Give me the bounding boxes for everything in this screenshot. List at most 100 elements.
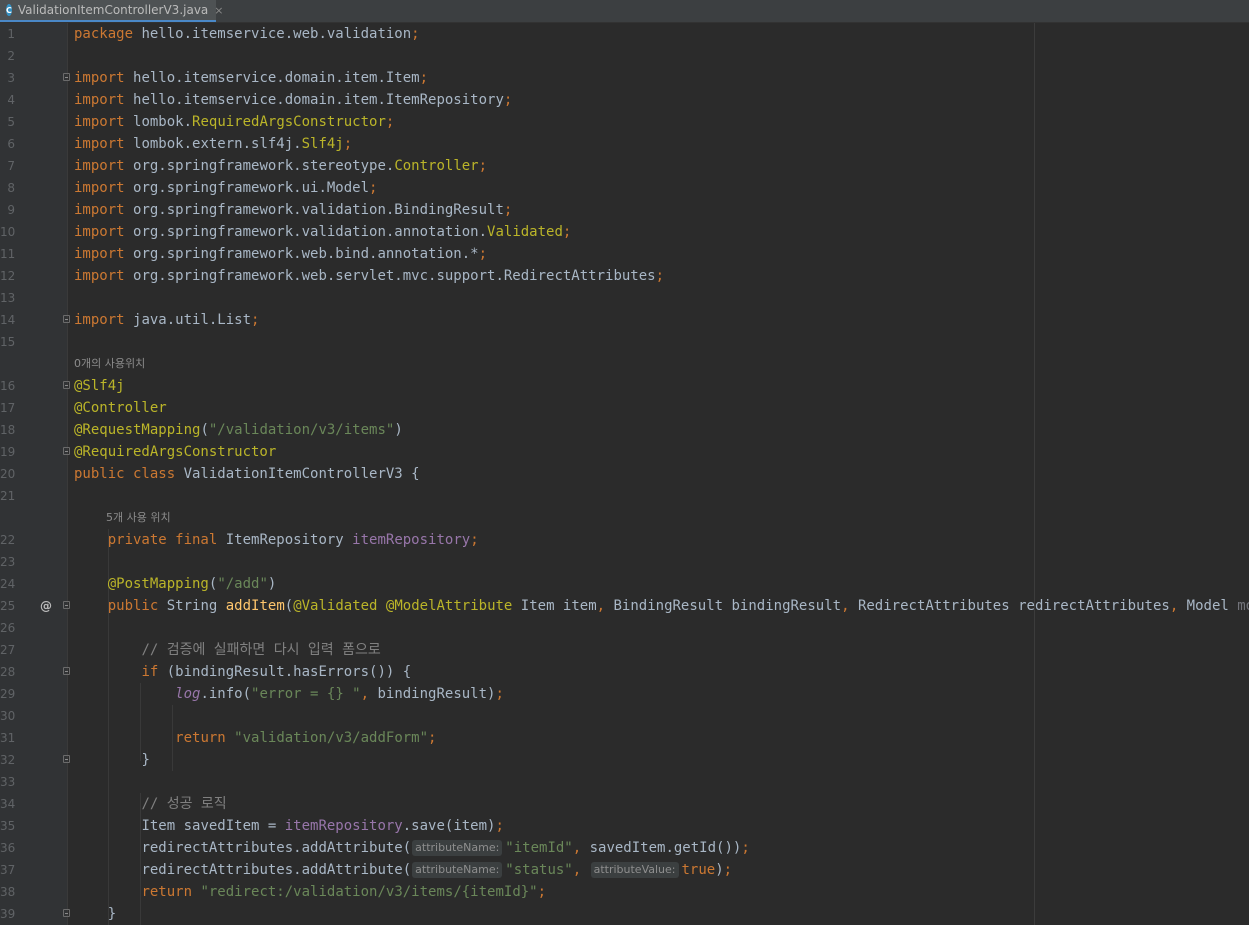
fold-marker-icon[interactable] bbox=[63, 73, 70, 81]
code-line[interactable]: 12 import org.springframework.web.servlet… bbox=[0, 265, 1249, 287]
code-line[interactable]: 28 if (bindingResult.hasErrors()) { bbox=[0, 661, 1249, 683]
code-line[interactable]: 18 @RequestMapping("/validation/v3/items"… bbox=[0, 419, 1249, 441]
code-line[interactable]: 10 import org.springframework.validation.… bbox=[0, 221, 1249, 243]
request-mapping-gutter-icon[interactable]: @ bbox=[40, 595, 52, 617]
code-line[interactable]: 39 } bbox=[0, 903, 1249, 925]
code-line[interactable]: 6 import lombok.extern.slf4j.Slf4j; bbox=[0, 133, 1249, 155]
code-token: import bbox=[74, 246, 134, 262]
fold-marker-icon[interactable] bbox=[63, 667, 70, 675]
code-token: import bbox=[74, 70, 134, 86]
code-text: package hello.itemservice.web.validation… bbox=[74, 23, 420, 45]
code-line[interactable]: 7 import org.springframework.stereotype.C… bbox=[0, 155, 1249, 177]
line-number: 5 bbox=[7, 115, 15, 129]
code-line[interactable]: 15 bbox=[0, 331, 1249, 353]
code-token: ( bbox=[284, 598, 294, 614]
code-line[interactable]: 37 redirectAttributes.addAttribute(attri… bbox=[0, 859, 1249, 881]
code-line[interactable]: 34 // 성공 로직 bbox=[0, 793, 1249, 815]
close-icon[interactable]: × bbox=[214, 4, 223, 17]
code-token: ; bbox=[478, 246, 488, 262]
line-number: 10 bbox=[0, 225, 16, 239]
fold-marker-icon[interactable] bbox=[63, 601, 70, 609]
parameter-name-inlay-hint: attributeName: bbox=[412, 862, 503, 878]
code-line[interactable]: 22 private final ItemRepository itemRepo… bbox=[0, 529, 1249, 551]
usage-count-hint[interactable]: 5개 사용 위치 bbox=[106, 507, 171, 529]
code-line[interactable]: 27 // 검증에 실패하면 다시 입력 폼으로 bbox=[0, 639, 1249, 661]
code-line[interactable]: 17 @Controller bbox=[0, 397, 1249, 419]
code-token: @Slf4j bbox=[74, 378, 125, 394]
line-number: 14 bbox=[0, 313, 16, 327]
code-line[interactable]: 19 @RequiredArgsConstructor bbox=[0, 441, 1249, 463]
code-line[interactable]: 24 @PostMapping("/add") bbox=[0, 573, 1249, 595]
code-token: String bbox=[166, 598, 226, 614]
code-token: ; bbox=[655, 268, 665, 284]
line-number: 30 bbox=[0, 709, 16, 723]
fold-marker-icon[interactable] bbox=[63, 909, 70, 917]
code-line[interactable]: 4 import hello.itemservice.domain.item.It… bbox=[0, 89, 1249, 111]
code-editor[interactable]: 1 package hello.itemservice.web.validatio… bbox=[0, 23, 1249, 925]
file-tab[interactable]: C ValidationItemControllerV3.java × bbox=[0, 0, 224, 22]
line-number: 11 bbox=[0, 247, 16, 261]
code-line[interactable]: 23 bbox=[0, 551, 1249, 573]
code-text: import hello.itemservice.domain.item.Ite… bbox=[74, 89, 512, 111]
class-c-icon: C bbox=[6, 4, 12, 16]
code-line[interactable]: 30 bbox=[0, 705, 1249, 727]
parameter-name-inlay-hint: attributeName: bbox=[412, 840, 503, 856]
usage-hint-row[interactable]: 5개 사용 위치 bbox=[0, 507, 1249, 529]
code-token: return bbox=[175, 730, 235, 746]
code-text: } bbox=[74, 749, 149, 771]
code-line[interactable]: 21 bbox=[0, 485, 1249, 507]
code-text: redirectAttributes.addAttribute(attribut… bbox=[74, 859, 732, 881]
code-line[interactable]: 16 @Slf4j bbox=[0, 375, 1249, 397]
line-number: 8 bbox=[7, 181, 15, 195]
code-text: import org.springframework.ui.Model; bbox=[74, 177, 377, 199]
code-token: } bbox=[107, 906, 117, 922]
code-line[interactable]: 14 import java.util.List; bbox=[0, 309, 1249, 331]
code-line[interactable]: 26 bbox=[0, 617, 1249, 639]
code-token: "error = {} " bbox=[251, 686, 361, 702]
code-line[interactable]: 13 bbox=[0, 287, 1249, 309]
code-line[interactable]: 35 Item savedItem = itemRepository.save(… bbox=[0, 815, 1249, 837]
fold-marker-icon[interactable] bbox=[63, 315, 70, 323]
code-line[interactable]: 5 import lombok.RequiredArgsConstructor; bbox=[0, 111, 1249, 133]
code-token: hello.itemservice.domain.item.ItemReposi… bbox=[133, 92, 504, 108]
code-line[interactable]: 25 @ public String addItem(@Validated @Mo… bbox=[0, 595, 1249, 617]
code-line[interactable]: 32 } bbox=[0, 749, 1249, 771]
code-line[interactable]: 9 import org.springframework.validation.B… bbox=[0, 199, 1249, 221]
code-token: import bbox=[74, 180, 134, 196]
code-token: Validated bbox=[487, 224, 563, 240]
code-token: ; bbox=[503, 92, 513, 108]
code-text: @RequiredArgsConstructor bbox=[74, 441, 276, 463]
code-token: Item item bbox=[520, 598, 597, 614]
line-number: 3 bbox=[7, 71, 15, 85]
code-line[interactable]: 2 bbox=[0, 45, 1249, 67]
code-line[interactable]: 20 public class ValidationItemControllerV… bbox=[0, 463, 1249, 485]
code-token: itemRepository bbox=[284, 818, 403, 834]
fold-marker-icon[interactable] bbox=[63, 447, 70, 455]
code-line[interactable]: 3 import hello.itemservice.domain.item.It… bbox=[0, 67, 1249, 89]
line-number: 18 bbox=[0, 423, 16, 437]
code-line[interactable]: 31 return "validation/v3/addForm"; bbox=[0, 727, 1249, 749]
code-token: import bbox=[74, 114, 134, 130]
line-number: 38 bbox=[0, 885, 16, 899]
code-token: import bbox=[74, 158, 134, 174]
line-number: 35 bbox=[0, 819, 16, 833]
code-token: ValidationItemControllerV3 { bbox=[183, 466, 420, 482]
code-line[interactable]: 36 redirectAttributes.addAttribute(attri… bbox=[0, 837, 1249, 859]
code-token: @PostMapping bbox=[107, 576, 209, 592]
code-line[interactable]: 38 return "redirect:/validation/v3/items… bbox=[0, 881, 1249, 903]
code-token: , bbox=[1169, 598, 1187, 614]
code-line[interactable]: 29 log.info("error = {} ", bindingResult… bbox=[0, 683, 1249, 705]
line-number: 27 bbox=[0, 643, 16, 657]
code-line[interactable]: 11 import org.springframework.web.bind.an… bbox=[0, 243, 1249, 265]
usage-count-hint[interactable]: 0개의 사용위치 bbox=[74, 353, 145, 375]
fold-marker-icon[interactable] bbox=[63, 381, 70, 389]
code-line[interactable]: 1 package hello.itemservice.web.validatio… bbox=[0, 23, 1249, 45]
code-token: Slf4j bbox=[301, 136, 344, 152]
code-token: private final bbox=[107, 532, 226, 548]
fold-marker-icon[interactable] bbox=[63, 755, 70, 763]
code-token: ; bbox=[369, 180, 378, 196]
usage-hint-row[interactable]: 0개의 사용위치 bbox=[0, 353, 1249, 375]
code-line[interactable]: 8 import org.springframework.ui.Model; bbox=[0, 177, 1249, 199]
code-line[interactable]: 33 bbox=[0, 771, 1249, 793]
